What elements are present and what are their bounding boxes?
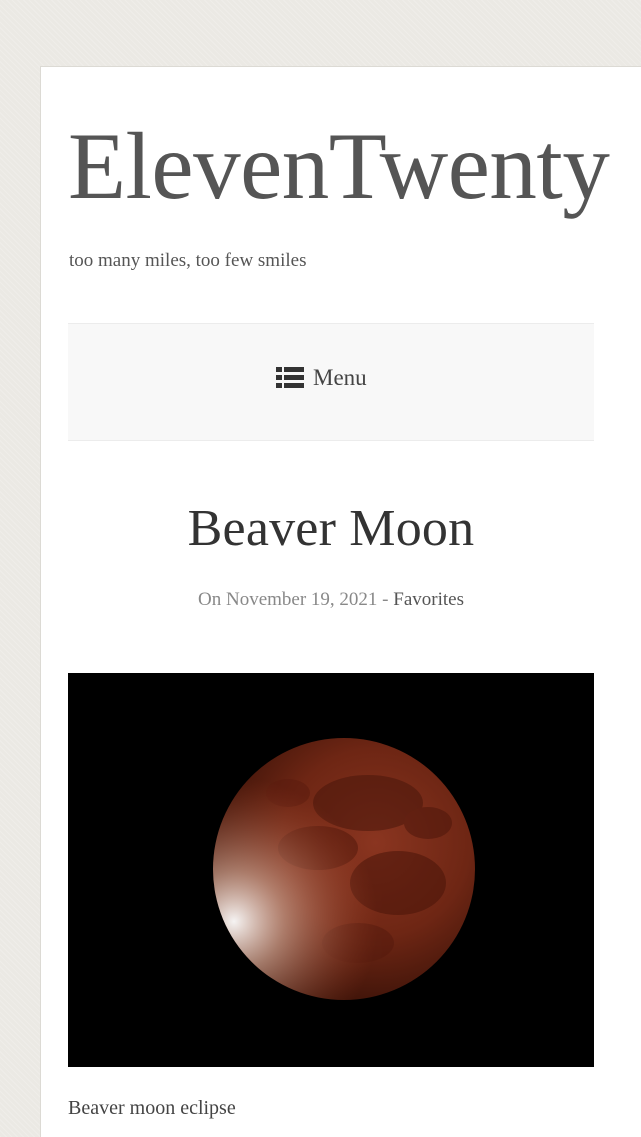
post-category-link[interactable]: Favorites <box>393 589 464 610</box>
page-container: ElevenTwenty too many miles, too few smi… <box>40 66 641 1137</box>
post-title[interactable]: Beaver Moon <box>41 503 621 555</box>
post-image[interactable] <box>68 673 594 1067</box>
post-date: On November 19, 2021 - <box>198 589 394 610</box>
menu-toggle-button[interactable]: Menu <box>276 365 367 391</box>
menu-label: Menu <box>313 365 367 390</box>
main-navigation: Menu <box>68 323 594 441</box>
list-icon <box>276 367 304 389</box>
site-title[interactable]: ElevenTwenty <box>68 119 610 214</box>
moon-eclipse-image <box>68 673 594 1067</box>
site-title-link[interactable]: ElevenTwenty <box>68 113 610 219</box>
site-tagline: too many miles, too few smiles <box>69 250 307 271</box>
post-meta: On November 19, 2021 - Favorites <box>41 589 621 611</box>
image-caption: Beaver moon eclipse <box>68 1097 236 1119</box>
